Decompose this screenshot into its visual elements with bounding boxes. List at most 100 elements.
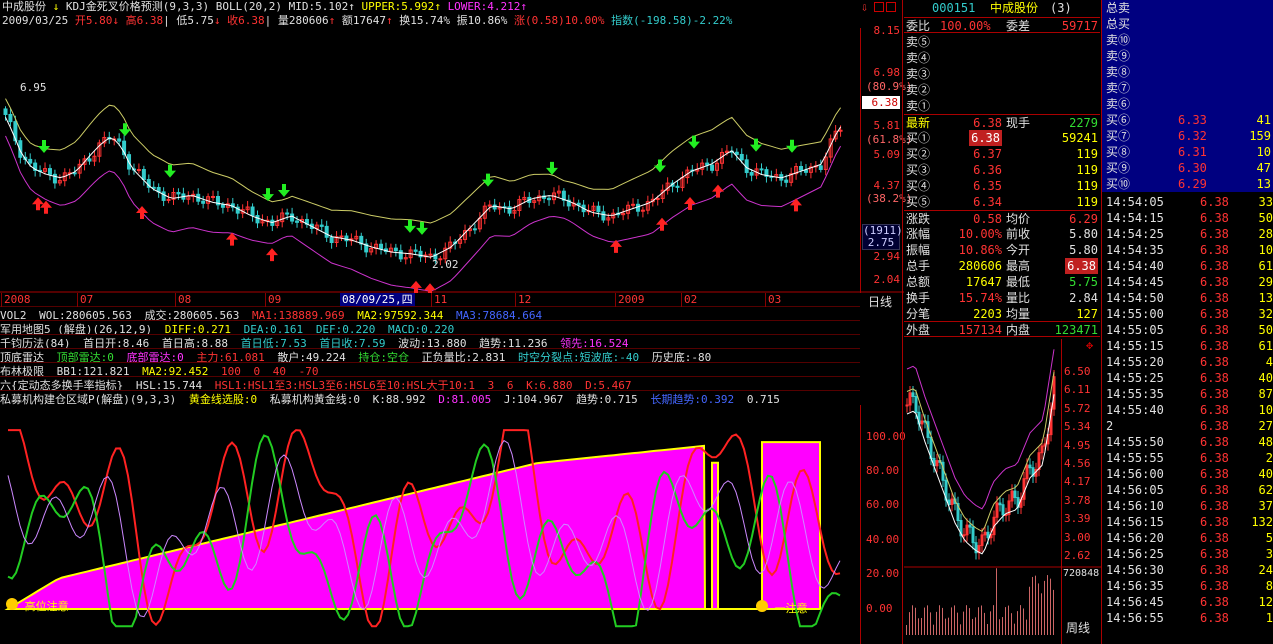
stat-row: 换手 15.74% 量比 2.84 (906, 291, 1098, 305)
weekly-candle (1001, 504, 1005, 516)
candle-body (472, 228, 477, 231)
weekly-candle (914, 396, 918, 413)
stat-row: 涨跌 0.58 均价 6.29 (904, 210, 1100, 226)
buy-total-row: 总买 (1106, 17, 1131, 31)
candle-body (201, 200, 206, 204)
tick-row: 14:55:40 6.38 10 (1106, 403, 1273, 417)
tick-row: 14:56:55 6.38 1 (1106, 611, 1273, 625)
bar-volume: 量280606 (277, 14, 329, 27)
candle-body (47, 168, 52, 175)
smiley-icon (6, 598, 18, 610)
tick-row: 14:54:25 6.38 28 (1106, 227, 1273, 241)
indicator-name[interactable]: KDJ金死叉价格预测(9,3,3) (66, 0, 209, 13)
weekly-volume-bar (1002, 617, 1003, 635)
tick-row: 14:56:25 6.38 3 (1106, 547, 1273, 561)
stat-row: 振幅 10.86% 今开 5.80 (906, 243, 1098, 257)
oscillator-fill-area (4, 441, 821, 610)
buy-order-row: 买② 6.37 119 (906, 147, 1098, 161)
weekly-volume-bar (963, 611, 964, 635)
candle-body (739, 153, 744, 161)
price-tick: 4.37 (873, 179, 901, 192)
grid-toggle-icon[interactable] (874, 2, 884, 12)
weekly-volume-bar (945, 618, 946, 635)
tick-row: 14:56:10 6.38 37 (1106, 499, 1273, 513)
indicator-row-radar[interactable]: 顶底雷达 顶部雷达:0 底部雷达:0 主力:61.081 散户:49.224 持… (0, 349, 860, 363)
candle-body (339, 235, 344, 238)
stock-name-title: 中成股份 (990, 1, 1039, 15)
weekly-volume-bar (1014, 623, 1015, 635)
weekly-candle (905, 404, 909, 407)
sell-signal-arrow (404, 219, 416, 233)
weekly-tick: 5.72 (1064, 401, 1091, 415)
candle-body (255, 215, 260, 224)
stock-code: 000151 (932, 1, 976, 15)
weekly-volume-bar (987, 623, 988, 635)
weekly-volume-bar (912, 605, 913, 635)
candle-body (52, 173, 57, 184)
period-label[interactable]: 日线 (868, 296, 892, 309)
window-icon[interactable] (886, 2, 896, 12)
weekly-volume-bar (951, 607, 952, 635)
weekly-volume-bar (957, 612, 958, 635)
candle-body (72, 172, 77, 175)
candle-body (8, 113, 13, 123)
candle-body (799, 166, 804, 171)
weekly-candle (971, 526, 975, 544)
tick-row: 14:56:15 6.38 132 (1106, 515, 1273, 529)
weekly-volume-bar (978, 607, 979, 635)
indicator-row-bollext[interactable]: 布林极限 BB1:121.821 MA2:92.452 100 0 40 -70 (0, 363, 860, 377)
deep-sell-row: 卖⑥ (1106, 97, 1131, 111)
buy-signal-arrow (266, 248, 278, 262)
price-tick: (80.9%) (866, 80, 913, 93)
sell-order-row: 卖⑤ (904, 34, 1100, 50)
high-label: 6.95 (20, 81, 47, 94)
sell-signal-arrow (164, 164, 176, 178)
sell-level-label: 卖② (906, 83, 931, 97)
chart-header-line1: 中成股份 ↓ KDJ金死叉价格预测(9,3,3) BOLL(20,2) MID:… (2, 0, 528, 13)
indicator-row-hsl[interactable]: 六{定动态多换手率指标} HSL:15.744 HSL1:HSL1至3:HSL3… (0, 377, 860, 391)
indicator-row-private[interactable]: 私募机构建仓区域P(解盘)(9,3,3) 黄金线选股:0 私募机构黄金线:0 K… (0, 391, 860, 405)
deep-sell-row: 卖⑨ (1106, 49, 1131, 63)
stock-name[interactable]: 中成股份 (2, 0, 46, 13)
date-tick: 03 (768, 293, 782, 306)
weekly-volume-bar (936, 611, 937, 635)
tick-row: 14:55:20 6.38 4 (1106, 355, 1273, 369)
candle-body (413, 249, 418, 252)
date-tick: 11 (434, 293, 448, 306)
weekly-volume-bar (966, 605, 967, 635)
weekly-period[interactable]: 周线 (1066, 622, 1090, 635)
weekly-volume-bar (927, 605, 928, 635)
price-tick: 2.04 (873, 273, 901, 286)
weekly-volume-bar (1026, 619, 1027, 635)
indicator-row-macd[interactable]: 军用地图5 (解盘)(26,12,9) DIFF:0.271 DEA:0.161… (0, 321, 860, 335)
deep-buy-row: 买⑦ 6.32 159 (1106, 129, 1271, 143)
tick-row: 14:55:50 6.38 48 (1106, 435, 1273, 449)
weekly-tick: 2.62 (1064, 549, 1091, 562)
osc-tick: 20.00 (866, 567, 900, 580)
osc-tick: 100.00 (866, 430, 906, 443)
weekly-candle (962, 534, 966, 537)
price-tick: 5.81 (873, 119, 901, 132)
candle-body (784, 179, 789, 183)
buy-level-label: 买④ (906, 179, 931, 193)
indicator-row-qianjun[interactable]: 千钧历法(84) 首日开:8.46 首日高:8.88 首日低:7.53 首日收:… (0, 335, 860, 349)
price-tick: 2.94 (873, 250, 901, 263)
weekly-tick: 5.34 (1064, 420, 1091, 434)
candle-body (710, 164, 715, 171)
down-arrow-icon[interactable]: ⇩ (861, 0, 868, 14)
last-price-row: 最新 6.38 现手 2279 (904, 114, 1100, 130)
sell-signal-arrow (278, 183, 290, 197)
stat-row: 总手 280606 最高 6.38 (906, 258, 1098, 274)
tick-row: 14:56:35 6.38 8 (1106, 579, 1273, 593)
price-tick: (61.8%) (866, 133, 913, 146)
indicator-row-vol[interactable]: VOL2 WOL:280605.563 成交:280605.563 MA1:13… (0, 307, 860, 321)
bar-amount: 额17647 (341, 14, 386, 27)
sell-signal-arrow (482, 173, 494, 187)
weekly-volume-bar (1008, 605, 1009, 635)
weekly-volume-bar (921, 617, 922, 635)
kline-chart[interactable] (0, 28, 904, 293)
date-tick: 2009 (618, 293, 645, 306)
weekly-volume-bar (1041, 593, 1042, 635)
buy-order-row: 买⑤ 6.34 119 (906, 195, 1098, 209)
candle-body (250, 206, 255, 217)
